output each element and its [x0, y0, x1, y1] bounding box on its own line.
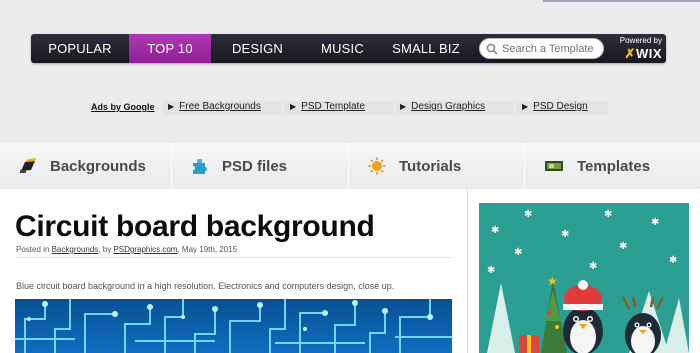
svg-text:✱: ✱ — [561, 229, 569, 240]
top-navbar: POPULAR TOP 10 DESIGN MUSIC SMALL BIZ Po… — [31, 34, 666, 63]
ads-row: Ads by Google ▶ Free Backgrounds ▶ PSD Tem… — [0, 100, 700, 116]
wix-x-icon: ✗ — [624, 46, 636, 61]
ads-by-google-label[interactable]: Ads by Google — [91, 102, 155, 112]
ad-link-design-graphics[interactable]: ▶ Design Graphics — [396, 101, 514, 115]
nav-item-top10[interactable]: TOP 10 — [129, 34, 211, 63]
svg-text:✱: ✱ — [651, 217, 659, 228]
post-date: , May 19th, 2015 — [177, 245, 238, 254]
christmas-penguins-ad[interactable]: ✱ ✱ ✱ ✱ ✱ ✱ ✱ ✱ ✱ ✱ ★ — [479, 203, 689, 353]
nav-item-music[interactable]: MUSIC — [304, 34, 381, 63]
powered-by-wix[interactable]: Powered by ✗WIX — [612, 36, 662, 61]
nav-item-design[interactable]: DESIGN — [211, 34, 304, 63]
powered-by-label: Powered by — [619, 36, 662, 45]
post-author-link[interactable]: PSDgraphics.com — [113, 245, 177, 254]
wix-logo-text: WIX — [635, 46, 662, 61]
svg-text:✱: ✱ — [487, 265, 495, 276]
template-icon — [545, 161, 563, 171]
svg-text:✱: ✱ — [524, 209, 532, 220]
post-meta: Posted in Backgrounds, by PSDgraphics.co… — [16, 245, 237, 254]
play-icon: ▶ — [168, 102, 175, 111]
search-box[interactable] — [479, 38, 604, 59]
wix-logo: ✗WIX — [612, 46, 662, 61]
category-label: Templates — [577, 157, 651, 175]
article: Circuit board background Posted in Backg… — [0, 189, 467, 353]
sun-icon — [368, 157, 386, 175]
svg-text:★: ★ — [547, 274, 558, 288]
category-bar: Backgrounds PSD files Tutorials Template… — [0, 143, 700, 189]
category-psd-files[interactable]: PSD files — [172, 143, 349, 189]
search-icon — [486, 43, 498, 55]
ad-link-label: Design Graphics — [411, 101, 486, 112]
play-icon: ▶ — [400, 102, 407, 111]
svg-text:✱: ✱ — [589, 261, 597, 272]
circuit-board-image[interactable] — [15, 299, 452, 353]
ad-link-free-backgrounds[interactable]: ▶ Free Backgrounds — [162, 101, 282, 115]
nav-item-small-biz[interactable]: SMALL BIZ — [381, 34, 471, 63]
category-label: Tutorials — [399, 157, 462, 175]
post-category-link[interactable]: Backgrounds — [52, 245, 99, 254]
sidebar: ✱ ✱ ✱ ✱ ✱ ✱ ✱ ✱ ✱ ✱ ★ — [467, 189, 700, 353]
divider — [15, 257, 452, 258]
search-input[interactable] — [502, 42, 598, 55]
svg-text:✱: ✱ — [619, 241, 627, 252]
sidebar-divider — [467, 189, 468, 353]
play-icon: ▶ — [522, 102, 529, 111]
ad-link-label: PSD Template — [301, 101, 365, 112]
svg-text:✱: ✱ — [669, 255, 677, 266]
category-label: PSD files — [222, 157, 288, 175]
ad-link-label: PSD Design — [533, 101, 588, 112]
top-strip — [543, 0, 700, 2]
svg-text:✱: ✱ — [604, 209, 612, 220]
brush-icon — [20, 158, 36, 173]
post-title[interactable]: Circuit board background — [15, 210, 375, 244]
svg-text:✱: ✱ — [514, 247, 522, 258]
category-label: Backgrounds — [50, 157, 146, 175]
ad-link-psd-template[interactable]: ▶ PSD Template — [284, 101, 394, 115]
by-label: , by — [98, 245, 112, 254]
category-backgrounds[interactable]: Backgrounds — [0, 143, 172, 189]
posted-in-label: Posted in — [16, 245, 50, 254]
category-templates[interactable]: Templates — [525, 143, 700, 189]
ad-link-label: Free Backgrounds — [179, 101, 261, 112]
play-icon: ▶ — [290, 102, 297, 111]
christmas-penguins-graphic: ✱ ✱ ✱ ✱ ✱ ✱ ✱ ✱ ✱ ✱ ★ — [479, 203, 689, 353]
nav-item-popular[interactable]: POPULAR — [31, 34, 129, 63]
svg-text:✱: ✱ — [491, 225, 499, 236]
puzzle-icon — [193, 159, 207, 174]
ad-link-psd-design[interactable]: ▶ PSD Design — [516, 101, 608, 115]
circuit-board-graphic — [15, 299, 452, 353]
post-description: Blue circuit board background in a high … — [16, 281, 395, 291]
category-tutorials[interactable]: Tutorials — [349, 143, 525, 189]
